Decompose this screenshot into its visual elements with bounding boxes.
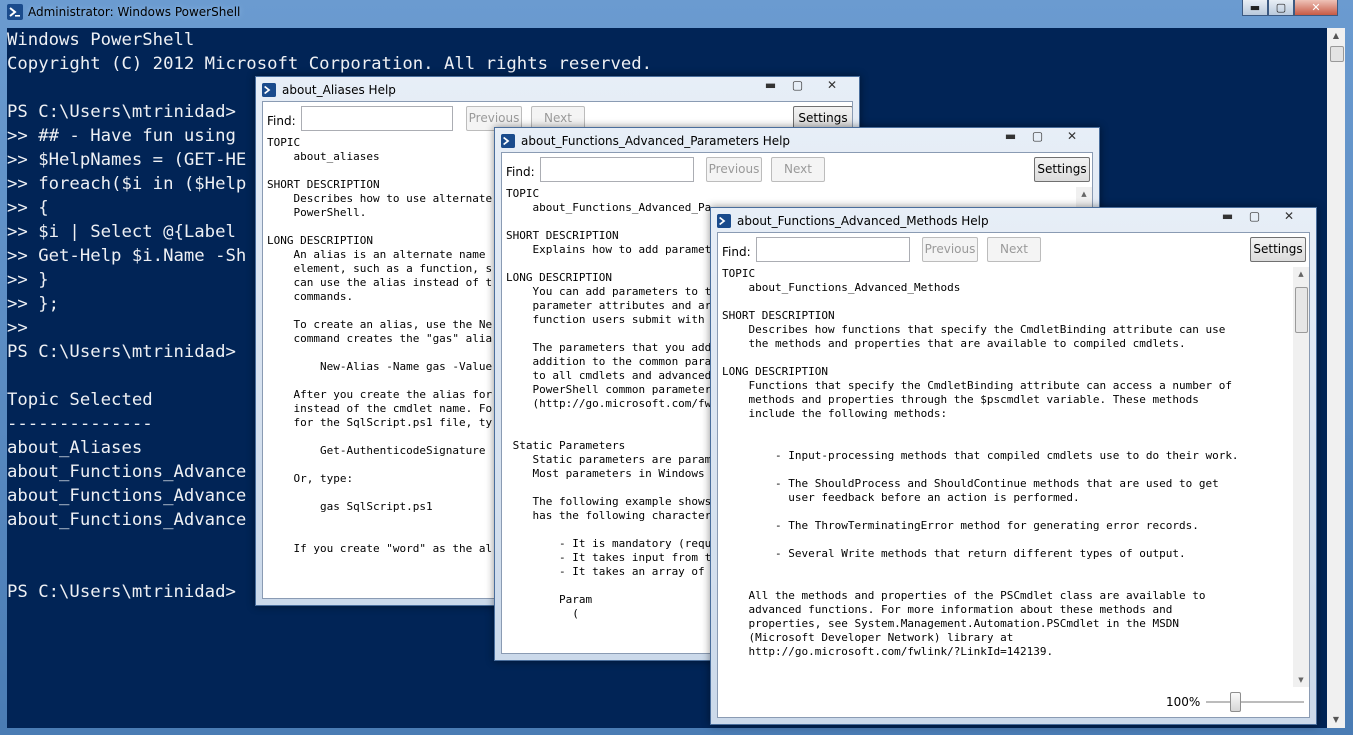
next-button[interactable]: Next bbox=[987, 237, 1041, 262]
scroll-up-arrow-icon[interactable]: ▲ bbox=[1327, 28, 1345, 44]
help-text: TOPIC about_Functions_Advanced_Methods S… bbox=[722, 267, 1239, 658]
scroll-down-arrow-icon[interactable]: ▼ bbox=[1293, 673, 1309, 687]
zoom-label: 100% bbox=[1166, 695, 1201, 709]
settings-button[interactable]: Settings bbox=[1250, 237, 1306, 262]
scroll-thumb[interactable] bbox=[1330, 46, 1344, 62]
help-title: about_Functions_Advanced_Parameters Help bbox=[521, 134, 791, 148]
maximize-button[interactable]: ▢ bbox=[1241, 208, 1268, 225]
maximize-button[interactable]: ▢ bbox=[1268, 0, 1294, 16]
minimize-button[interactable]: ▬ bbox=[1242, 0, 1268, 16]
find-bar: Find: Previous Next Settings bbox=[502, 153, 1092, 187]
close-button[interactable]: ✕ bbox=[811, 77, 853, 94]
scroll-down-arrow-icon[interactable]: ▼ bbox=[1327, 712, 1345, 728]
close-button[interactable]: ✕ bbox=[1268, 208, 1310, 225]
find-bar: Find: Previous Next Settings bbox=[718, 233, 1309, 267]
scroll-up-arrow-icon[interactable]: ▲ bbox=[1076, 187, 1092, 201]
find-input[interactable] bbox=[756, 237, 910, 262]
console-scrollbar[interactable]: ▲ ▼ bbox=[1327, 28, 1345, 728]
powershell-icon bbox=[501, 134, 515, 148]
powershell-icon bbox=[7, 4, 23, 20]
maximize-button[interactable]: ▢ bbox=[784, 77, 811, 94]
previous-button[interactable]: Previous bbox=[922, 237, 978, 262]
zoom-slider-track[interactable] bbox=[1206, 701, 1304, 703]
help-content[interactable]: TOPIC about_Functions_Advanced_Methods S… bbox=[718, 267, 1293, 687]
help-title: about_Functions_Advanced_Methods Help bbox=[737, 214, 989, 228]
close-button[interactable]: ✕ bbox=[1294, 0, 1338, 16]
help-titlebar[interactable]: about_Functions_Advanced_Parameters Help… bbox=[495, 128, 1099, 154]
zoom-slider-handle[interactable] bbox=[1230, 692, 1242, 712]
powershell-icon bbox=[717, 214, 731, 228]
next-button[interactable]: Next bbox=[771, 157, 825, 182]
zoom-bar: 100% bbox=[718, 687, 1309, 717]
powershell-titlebar[interactable]: Administrator: Windows PowerShell ▬ ▢ ✕ bbox=[0, 0, 1353, 24]
powershell-icon bbox=[262, 83, 276, 97]
find-input[interactable] bbox=[301, 106, 453, 131]
help-window-advanced-methods: about_Functions_Advanced_Methods Help ▬ … bbox=[710, 207, 1317, 725]
minimize-button[interactable]: ▬ bbox=[997, 128, 1024, 145]
settings-button[interactable]: Settings bbox=[1034, 157, 1090, 182]
help-title: about_Aliases Help bbox=[282, 83, 396, 97]
scroll-thumb[interactable] bbox=[1295, 287, 1308, 333]
help-body: Find: Previous Next Settings TOPIC about… bbox=[717, 232, 1310, 718]
maximize-button[interactable]: ▢ bbox=[1024, 128, 1051, 145]
minimize-button[interactable]: ▬ bbox=[757, 77, 784, 94]
find-label: Find: bbox=[267, 114, 296, 128]
find-label: Find: bbox=[722, 245, 751, 259]
help-titlebar[interactable]: about_Aliases Help ▬ ▢ ✕ bbox=[256, 77, 859, 103]
find-label: Find: bbox=[506, 165, 535, 179]
minimize-button[interactable]: ▬ bbox=[1214, 208, 1241, 225]
close-button[interactable]: ✕ bbox=[1051, 128, 1093, 145]
scroll-up-arrow-icon[interactable]: ▲ bbox=[1293, 267, 1309, 281]
help-titlebar[interactable]: about_Functions_Advanced_Methods Help ▬ … bbox=[711, 208, 1316, 234]
window-title: Administrator: Windows PowerShell bbox=[28, 5, 241, 19]
previous-button[interactable]: Previous bbox=[706, 157, 762, 182]
find-input[interactable] bbox=[540, 157, 694, 182]
help-scrollbar[interactable]: ▲ ▼ bbox=[1293, 267, 1309, 687]
